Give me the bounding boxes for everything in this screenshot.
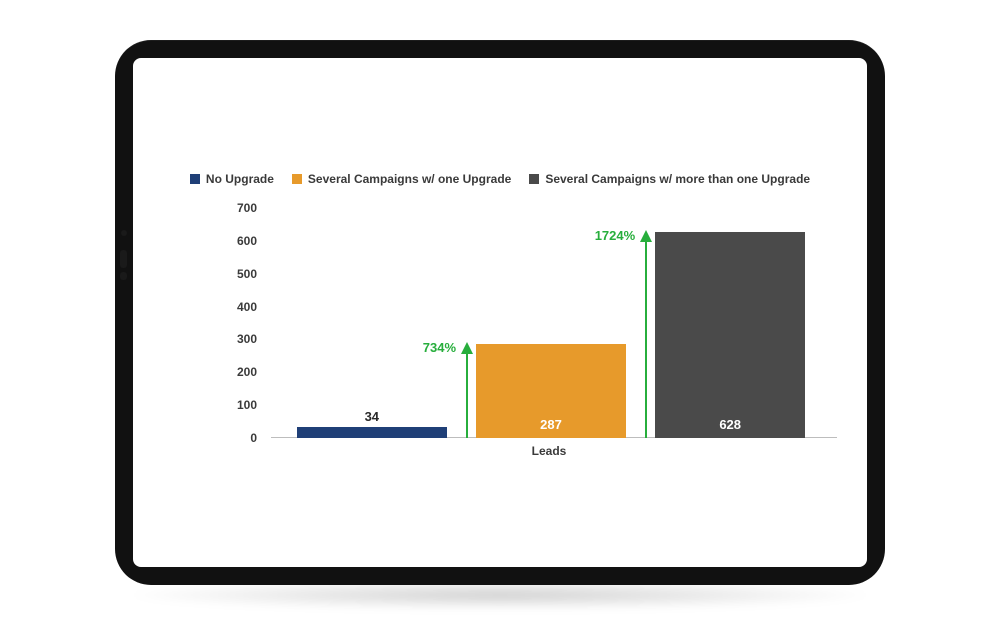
y-tick-label: 700 xyxy=(237,201,257,215)
bar-no-upgrade: 34 xyxy=(297,427,447,438)
legend-label: Several Campaigns w/ more than one Upgra… xyxy=(545,172,810,186)
bar-value-label: 34 xyxy=(297,409,447,424)
chart-bars: 34 734% 287 1724% 628 Le xyxy=(271,208,827,438)
arrow-up-icon xyxy=(461,342,473,354)
legend-swatch-icon xyxy=(529,174,539,184)
chart-plot: 700 600 500 400 300 200 100 0 34 7 xyxy=(223,208,827,438)
legend-item: Several Campaigns w/ one Upgrade xyxy=(292,172,511,186)
bar-value-label: 287 xyxy=(476,417,626,432)
chart-legend: No Upgrade Several Campaigns w/ one Upgr… xyxy=(133,172,867,186)
legend-item: Several Campaigns w/ more than one Upgra… xyxy=(529,172,810,186)
y-tick-label: 300 xyxy=(237,332,257,346)
legend-item: No Upgrade xyxy=(190,172,274,186)
y-tick-label: 400 xyxy=(237,300,257,314)
tablet-sensor-icon xyxy=(120,272,127,280)
legend-label: Several Campaigns w/ one Upgrade xyxy=(308,172,511,186)
legend-label: No Upgrade xyxy=(206,172,274,186)
growth-percent-label: 1724% xyxy=(595,228,635,243)
arrow-line-icon xyxy=(466,354,468,438)
x-axis-label: Leads xyxy=(271,444,827,458)
arrow-line-icon xyxy=(645,242,647,438)
growth-arrow: 734% xyxy=(466,344,468,438)
bar-multi-upgrade: 628 xyxy=(655,232,805,438)
bar-one-upgrade: 287 xyxy=(476,344,626,438)
legend-swatch-icon xyxy=(190,174,200,184)
tablet-sensor-icon xyxy=(120,250,127,268)
y-tick-label: 500 xyxy=(237,267,257,281)
growth-percent-label: 734% xyxy=(423,340,456,355)
tablet-screen: No Upgrade Several Campaigns w/ one Upgr… xyxy=(133,58,867,567)
y-tick-label: 0 xyxy=(250,431,257,445)
y-axis: 700 600 500 400 300 200 100 0 xyxy=(223,208,263,438)
y-tick-label: 600 xyxy=(237,234,257,248)
arrow-up-icon xyxy=(640,230,652,242)
growth-arrow: 1724% xyxy=(645,232,647,438)
bar-value-label: 628 xyxy=(655,417,805,432)
y-tick-label: 100 xyxy=(237,398,257,412)
y-tick-label: 200 xyxy=(237,365,257,379)
tablet-frame: No Upgrade Several Campaigns w/ one Upgr… xyxy=(115,40,885,585)
legend-swatch-icon xyxy=(292,174,302,184)
tablet-camera-icon xyxy=(121,230,127,236)
